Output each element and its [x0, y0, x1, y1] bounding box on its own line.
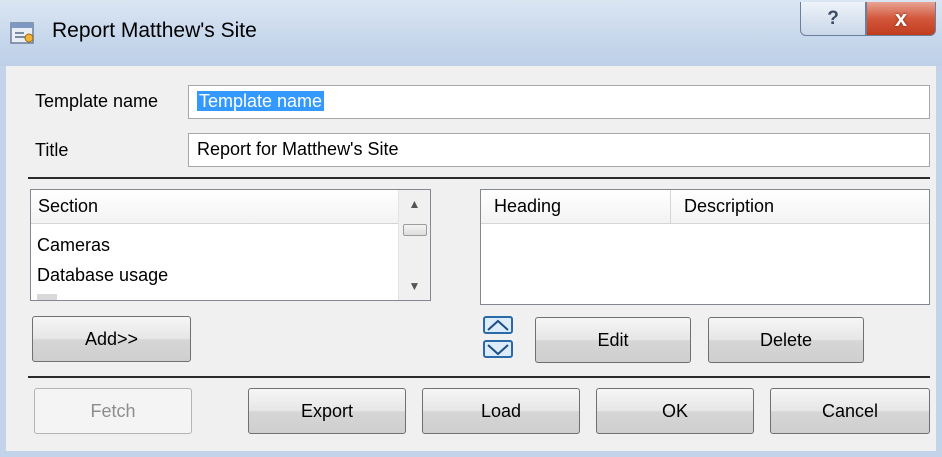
heading-column-header[interactable]: Heading	[494, 196, 561, 217]
title-bar[interactable]: Report Matthew's Site ? x	[0, 0, 942, 66]
scrollbar-thumb[interactable]	[403, 224, 427, 236]
title-input[interactable]: Report for Matthew's Site	[188, 133, 930, 167]
template-name-selected-text: Template name	[197, 91, 325, 111]
window-frame-left	[0, 66, 6, 457]
help-button[interactable]: ?	[800, 2, 866, 36]
scroll-up-arrow-icon[interactable]: ▲	[399, 194, 430, 214]
report-items-list-header: Heading Description	[481, 190, 929, 224]
section-item-cameras[interactable]: Cameras	[37, 235, 110, 256]
title-input-value: Report for Matthew's Site	[197, 139, 399, 159]
section-item-partial	[37, 294, 61, 300]
ok-button[interactable]: OK	[596, 388, 754, 434]
section-column-header[interactable]: Section	[38, 196, 98, 217]
section-list-scrollbar[interactable]: ▲ ▼	[398, 190, 430, 300]
section-list-header[interactable]: Section	[31, 190, 399, 224]
template-name-input[interactable]: Template name	[188, 85, 930, 119]
column-divider[interactable]	[670, 190, 671, 224]
export-button[interactable]: Export	[248, 388, 406, 434]
template-name-label: Template name	[35, 91, 159, 111]
close-button[interactable]: x	[866, 2, 936, 36]
delete-button[interactable]: Delete	[708, 317, 864, 363]
close-icon: x	[894, 5, 908, 31]
move-down-button[interactable]	[483, 340, 513, 358]
section-item-database-usage[interactable]: Database usage	[37, 265, 168, 286]
report-dialog: Report Matthew's Site ? x Template name …	[0, 0, 942, 457]
fetch-button[interactable]: Fetch	[34, 388, 192, 434]
cancel-button[interactable]: Cancel	[770, 388, 930, 434]
report-items-list[interactable]: Heading Description	[480, 189, 930, 305]
section-list[interactable]: Section Cameras Database usage ▲ ▼	[30, 189, 431, 301]
edit-button[interactable]: Edit	[535, 317, 691, 363]
move-up-button[interactable]	[483, 316, 513, 334]
scroll-down-arrow-icon[interactable]: ▼	[399, 276, 430, 296]
description-column-header[interactable]: Description	[684, 196, 774, 217]
window-frame-right	[936, 66, 942, 457]
add-button[interactable]: Add>>	[32, 316, 191, 362]
window-frame-bottom	[0, 451, 942, 457]
title-label: Title	[35, 140, 69, 160]
report-window-icon	[10, 20, 36, 46]
window-title: Report Matthew's Site	[52, 19, 257, 42]
help-icon: ?	[827, 7, 839, 29]
separator-top	[28, 177, 930, 179]
separator-bottom	[28, 376, 930, 378]
load-button[interactable]: Load	[422, 388, 580, 434]
